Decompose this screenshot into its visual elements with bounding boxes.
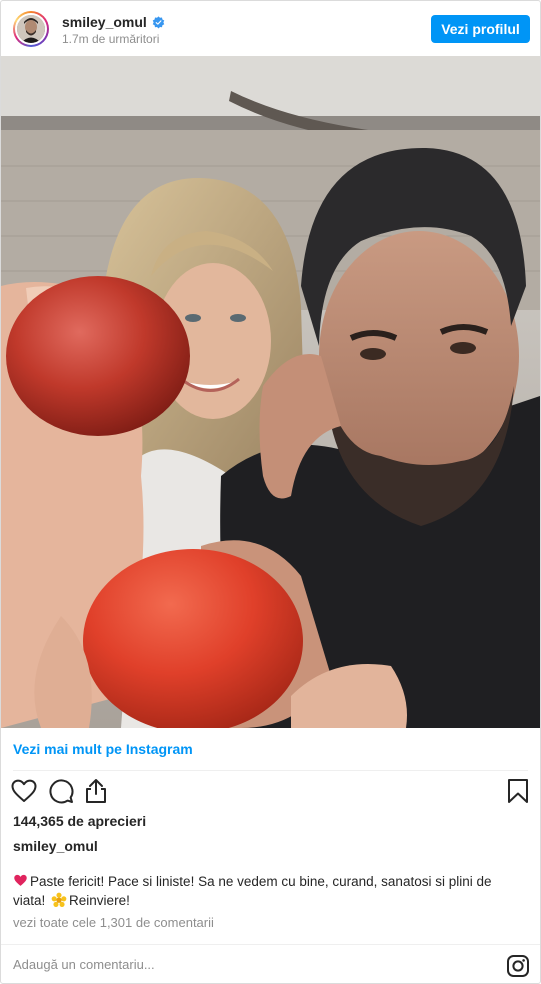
comment-input[interactable] xyxy=(13,957,453,972)
view-all-comments-link[interactable]: vezi toate cele 1,301 de comentarii xyxy=(13,915,214,930)
caption-username[interactable]: smiley_omul xyxy=(13,838,98,854)
action-bar xyxy=(1,777,540,809)
blossom-icon xyxy=(51,892,67,907)
post-photo[interactable] xyxy=(1,56,540,728)
username[interactable]: smiley_omul xyxy=(62,14,147,30)
avatar-image xyxy=(17,15,45,43)
comment-icon[interactable] xyxy=(47,777,75,805)
comment-box xyxy=(1,944,540,983)
caption-text: Paste fericit! Pace si liniste! Sa ne ve… xyxy=(13,872,513,910)
instagram-embed-card: smiley_omul 1.7m de urmăritori Vezi prof… xyxy=(0,0,541,984)
caption-text-part2: Reinviere! xyxy=(69,893,130,908)
view-profile-button[interactable]: Vezi profilul xyxy=(431,15,530,43)
heart-icon[interactable] xyxy=(10,777,38,805)
avatar[interactable] xyxy=(13,11,49,47)
verified-badge-icon xyxy=(152,15,165,28)
bookmark-icon[interactable] xyxy=(504,777,532,805)
share-icon[interactable] xyxy=(82,777,110,805)
divider xyxy=(13,770,528,771)
followers-count: 1.7m de urmăritori xyxy=(62,32,160,46)
likes-count[interactable]: 144,365 de aprecieri xyxy=(13,813,146,829)
post-header: smiley_omul 1.7m de urmăritori Vezi prof… xyxy=(1,1,540,56)
view-more-on-instagram-link[interactable]: Vezi mai mult pe Instagram xyxy=(13,741,193,757)
instagram-logo-icon[interactable] xyxy=(506,954,530,978)
red-heart-icon xyxy=(14,874,27,886)
